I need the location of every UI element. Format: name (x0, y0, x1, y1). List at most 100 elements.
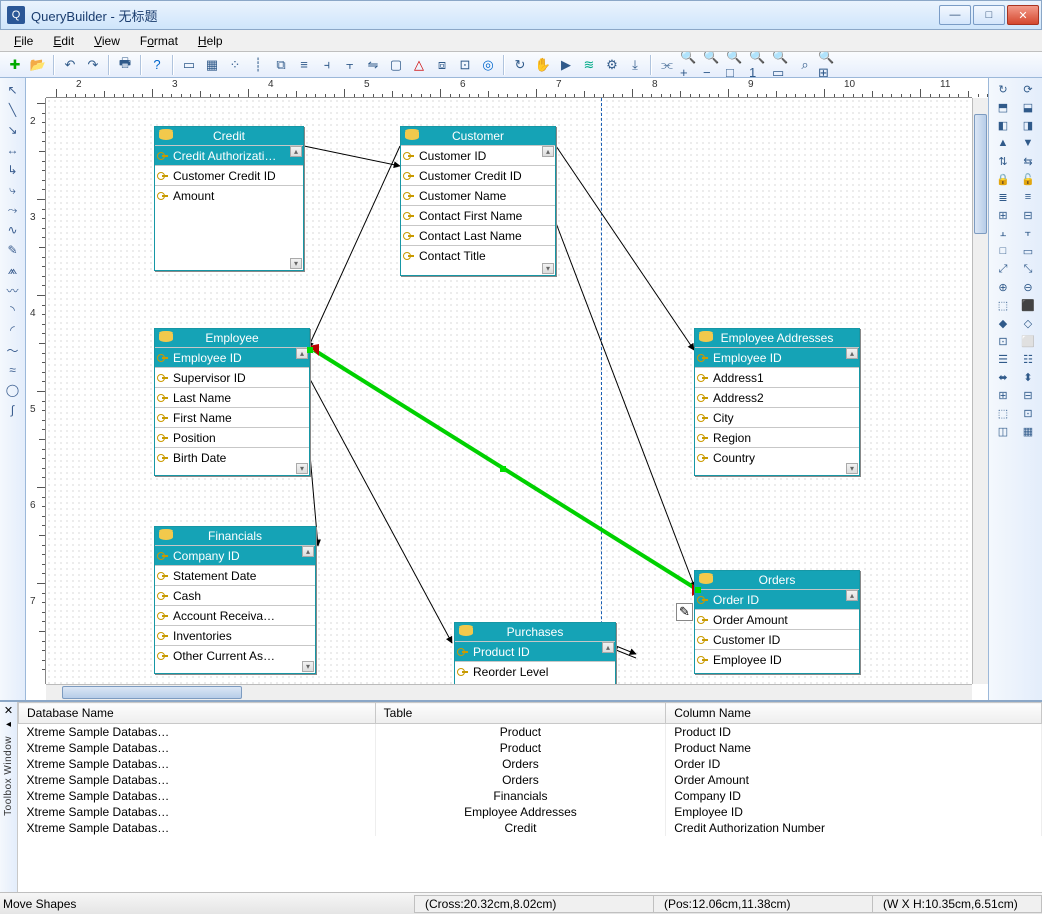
lasso-icon[interactable]: ⌕ (794, 54, 816, 76)
align-tool-icon[interactable]: ⤡ (1017, 260, 1039, 278)
align-icon[interactable]: ≡ (293, 54, 315, 76)
align-tool-icon[interactable]: ◇ (1017, 314, 1039, 332)
distribute-v-icon[interactable]: ⫟ (339, 54, 361, 76)
close-button[interactable]: ✕ (1007, 5, 1039, 25)
panel-close-icon[interactable]: ✕ (4, 704, 13, 717)
elbow-connector-icon[interactable]: ⤷ (2, 180, 24, 200)
align-tool-icon[interactable]: ⫠ (992, 224, 1014, 242)
table-row[interactable]: Xtreme Sample Databas…Employee Addresses… (19, 804, 1042, 820)
zoom-fit-icon[interactable]: 🔍□ (725, 54, 747, 76)
field-row[interactable]: Reorder Level (455, 661, 615, 681)
entity-employee[interactable]: Employee Employee IDSupervisor IDLast Na… (154, 328, 310, 476)
vertical-scrollbar[interactable] (972, 98, 988, 684)
wave-tool-icon[interactable]: ≈ (2, 360, 24, 380)
align-tool-icon[interactable]: 🔓 (1017, 170, 1039, 188)
table-row[interactable]: Xtreme Sample Databas…OrdersOrder Amount (19, 772, 1042, 788)
field-row[interactable]: Amount (155, 185, 303, 205)
align-tool-icon[interactable]: ≡ (1017, 188, 1039, 206)
refresh-icon[interactable]: ↻ (509, 54, 531, 76)
menu-view[interactable]: View (84, 30, 130, 51)
menu-edit[interactable]: Edit (43, 30, 84, 51)
field-row[interactable]: Region (695, 427, 859, 447)
scroll-down-icon[interactable] (302, 661, 314, 672)
open-icon[interactable]: 📂 (27, 54, 49, 76)
scroll-down-icon[interactable] (290, 258, 302, 269)
select-tool-icon[interactable]: ▭ (178, 54, 200, 76)
curve-tool-icon[interactable]: ∿ (2, 220, 24, 240)
align-tool-icon[interactable]: ⬜ (1017, 332, 1039, 350)
align-tool-icon[interactable]: ⤢ (992, 260, 1014, 278)
entity-credit[interactable]: Credit Credit Authorizati…Customer Credi… (154, 126, 304, 271)
pan-icon[interactable]: ✋ (532, 54, 554, 76)
field-row[interactable]: Employee ID (695, 347, 859, 367)
edit-icon[interactable]: ✎ (676, 603, 693, 621)
align-tool-icon[interactable]: ◧ (992, 116, 1014, 134)
field-row[interactable]: Customer ID (695, 629, 859, 649)
field-row[interactable]: City (695, 407, 859, 427)
align-tool-icon[interactable]: ☷ (1017, 350, 1039, 368)
connector-icon[interactable]: ↳ (2, 160, 24, 180)
s-curve-icon[interactable]: ∫ (2, 400, 24, 420)
align-tool-icon[interactable]: ⊞ (992, 206, 1014, 224)
align-tool-icon[interactable]: ⊟ (1017, 386, 1039, 404)
field-row[interactable]: Order ID (695, 589, 859, 609)
table-row[interactable]: Xtreme Sample Databas…CreditCredit Autho… (19, 820, 1042, 836)
field-row[interactable]: Position (155, 427, 309, 447)
horizontal-scrollbar[interactable] (46, 684, 972, 700)
triangle-tool-icon[interactable]: △ (408, 54, 430, 76)
field-row[interactable]: Customer Credit ID (155, 165, 303, 185)
field-row[interactable]: Statement Date (155, 565, 315, 585)
align-tool-icon[interactable]: ↻ (992, 80, 1014, 98)
panel-pin-icon[interactable]: ◂ (6, 719, 11, 730)
scroll-up-icon[interactable] (290, 146, 302, 157)
zoom-in-icon[interactable]: 🔍+ (679, 54, 701, 76)
field-row[interactable]: Last Name (155, 387, 309, 407)
menu-format[interactable]: Format (130, 30, 188, 51)
scroll-up-icon[interactable] (542, 146, 554, 157)
align-tool-icon[interactable]: ⬒ (992, 98, 1014, 116)
arc-right-icon[interactable]: ◝ (2, 300, 24, 320)
field-row[interactable]: Supervisor ID (155, 367, 309, 387)
field-row[interactable]: Credit Authorizati… (155, 145, 303, 165)
field-row[interactable]: Customer Credit ID (401, 165, 555, 185)
align-tool-icon[interactable]: ◆ (992, 314, 1014, 332)
distribute-h-icon[interactable]: ⫞ (316, 54, 338, 76)
field-row[interactable]: Cash (155, 585, 315, 605)
align-tool-icon[interactable]: ⬌ (992, 368, 1014, 386)
undo-icon[interactable]: ↶ (59, 54, 81, 76)
scroll-down-icon[interactable] (296, 463, 308, 474)
field-row[interactable]: Customer Name (401, 185, 555, 205)
field-row[interactable]: Account Receiva… (155, 605, 315, 625)
menu-help[interactable]: Help (188, 30, 233, 51)
column-header[interactable]: Column Name (666, 703, 1042, 724)
align-tool-icon[interactable]: ☰ (992, 350, 1014, 368)
grid-dots-icon[interactable]: ⁘ (224, 54, 246, 76)
help-icon[interactable]: ? (146, 54, 168, 76)
align-tool-icon[interactable]: ▼ (1017, 134, 1039, 152)
results-grid[interactable]: Database NameTableColumn Name Xtreme Sam… (18, 702, 1042, 892)
align-tool-icon[interactable]: ⫟ (1017, 224, 1039, 242)
align-tool-icon[interactable]: ⬍ (1017, 368, 1039, 386)
rect-tool-icon[interactable]: ▢ (385, 54, 407, 76)
field-row[interactable]: Customer ID (401, 145, 555, 165)
export-icon[interactable]: ⤓ (624, 54, 646, 76)
gear-icon[interactable]: ⚙ (601, 54, 623, 76)
entity-purchases[interactable]: Purchases Product IDReorder Level (454, 622, 616, 684)
zoom-region-icon[interactable]: 🔍▭ (771, 54, 793, 76)
field-row[interactable]: Country (695, 447, 859, 467)
group-icon[interactable]: ⧉ (270, 54, 292, 76)
closed-curve-icon[interactable]: ◯ (2, 380, 24, 400)
field-row[interactable]: Inventories (155, 625, 315, 645)
new-icon[interactable]: ✚ (4, 54, 26, 76)
redo-icon[interactable]: ↷ (82, 54, 104, 76)
zoom-page-icon[interactable]: 🔍⊞ (817, 54, 839, 76)
align-tool-icon[interactable]: ◫ (992, 422, 1014, 440)
zoom-100-icon[interactable]: 🔍1 (748, 54, 770, 76)
poly-connector-icon[interactable]: ⤳ (2, 200, 24, 220)
spline-tool-icon[interactable]: 〰 (2, 280, 24, 300)
field-row[interactable]: Address2 (695, 387, 859, 407)
grid-toggle-icon[interactable]: ▦ (201, 54, 223, 76)
entity-customer[interactable]: Customer Customer IDCustomer Credit IDCu… (400, 126, 556, 276)
align-tool-icon[interactable]: ≣ (992, 188, 1014, 206)
align-tool-icon[interactable]: ⬛ (1017, 296, 1039, 314)
